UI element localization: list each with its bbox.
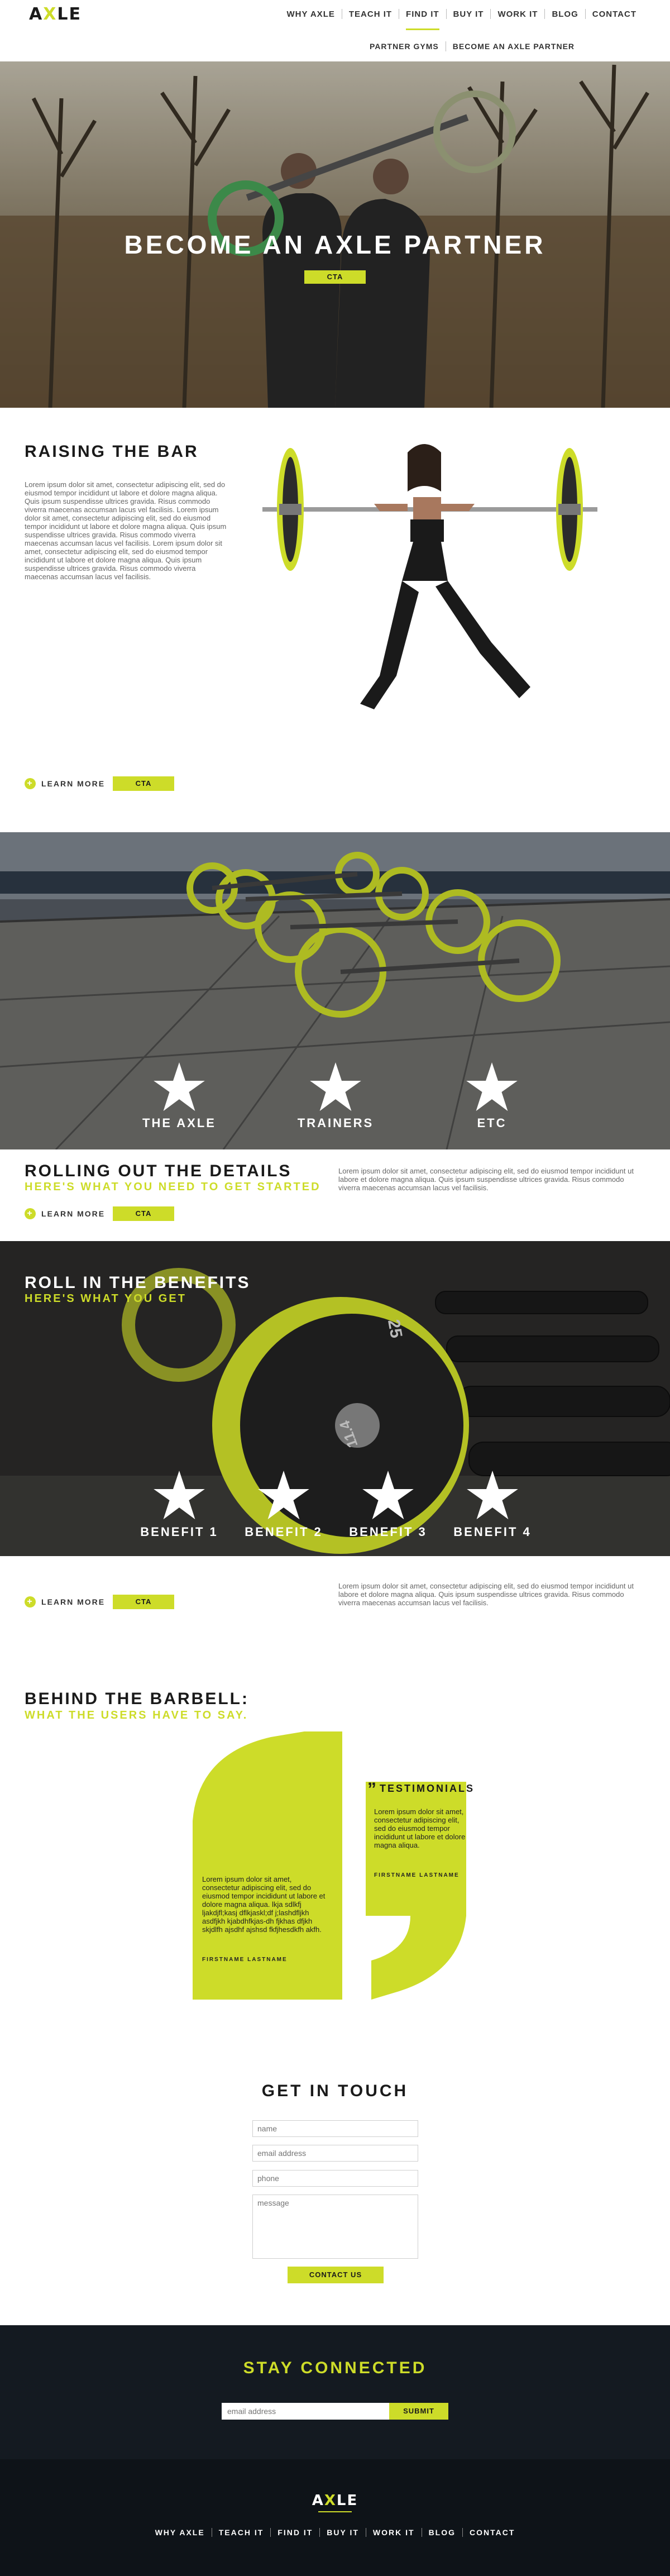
details-subtitle: HERE'S WHAT YOU NEED TO GET STARTED xyxy=(25,1181,321,1193)
footer-logo-underline xyxy=(318,2511,352,2512)
raising-learn-more-link[interactable]: + LEARN MORE xyxy=(25,778,105,789)
nav-buy-it[interactable]: BUY IT xyxy=(447,9,491,19)
star-icon xyxy=(310,1062,361,1112)
benefit-label-2: BENEFIT 2 xyxy=(245,1525,323,1539)
newsletter-submit-button[interactable]: SUBMIT xyxy=(389,2403,448,2420)
star-icon xyxy=(362,1471,414,1520)
left-testimonial-quote: Lorem ipsum dolor sit amet, consectetur … xyxy=(202,1875,326,1934)
footer-nav-blog[interactable]: BLOG xyxy=(422,2528,462,2537)
email-field[interactable] xyxy=(252,2145,418,2162)
name-field[interactable] xyxy=(252,2120,418,2137)
axle-logo[interactable]: AXLE xyxy=(29,4,82,24)
learn-more-label: LEARN MORE xyxy=(41,1597,106,1606)
learn-more-label: LEARN MORE xyxy=(41,779,106,788)
athlete-with-barbell-image xyxy=(262,444,597,709)
logo-letters-le: LE xyxy=(57,4,82,24)
details-body: Lorem ipsum dolor sit amet, consectetur … xyxy=(338,1167,634,1192)
benefit-label-4: BENEFIT 4 xyxy=(453,1525,532,1539)
phone-field[interactable] xyxy=(252,2170,418,2187)
benefit-label-1: BENEFIT 1 xyxy=(140,1525,218,1539)
star-label-etc: ETC xyxy=(477,1116,507,1130)
quote-icon: ” xyxy=(367,1778,376,1799)
star-icon xyxy=(154,1062,205,1112)
wheels-photo-band: THE AXLE TRAINERS ETC xyxy=(0,832,670,1149)
details-cta-button[interactable]: CTA xyxy=(113,1206,174,1221)
raising-title: RAISING THE BAR xyxy=(25,442,199,461)
footer-nav-buy-it[interactable]: BUY IT xyxy=(320,2528,366,2537)
logo-letter-x: X xyxy=(43,4,58,24)
nav-why-axle[interactable]: WHY AXLE xyxy=(280,9,342,19)
footer-nav-work-it[interactable]: WORK IT xyxy=(366,2528,422,2537)
footer-nav-contact[interactable]: CONTACT xyxy=(463,2528,521,2537)
logo-letter-x: X xyxy=(324,2492,337,2509)
barbell-title: BEHIND THE BARBELL: xyxy=(25,1690,249,1708)
hero-section: BECOME AN AXLE PARTNER CTA xyxy=(0,31,670,408)
left-testimonial-name: FIRSTNAME LASTNAME xyxy=(202,1957,288,1963)
plate-weight-label: 25 xyxy=(384,1318,406,1340)
raising-cta-button[interactable]: CTA xyxy=(113,776,174,791)
benefits-cta-button[interactable]: CTA xyxy=(113,1595,174,1609)
hero-photo xyxy=(0,31,670,408)
hero-cta-button[interactable]: CTA xyxy=(304,270,366,284)
star-label-trainers: TRAINERS xyxy=(297,1116,374,1130)
star-label-the-axle: THE AXLE xyxy=(142,1116,216,1130)
footer-nav-teach-it[interactable]: TEACH IT xyxy=(212,2528,271,2537)
footer-nav: WHY AXLE TEACH IT FIND IT BUY IT WORK IT… xyxy=(0,2528,670,2537)
benefits-body: Lorem ipsum dolor sit amet, consectetur … xyxy=(338,1582,634,1607)
benefit-label-3: BENEFIT 3 xyxy=(349,1525,427,1539)
star-icon xyxy=(258,1471,309,1520)
logo-letter-a: A xyxy=(312,2492,324,2509)
newsletter-email-input[interactable] xyxy=(222,2403,389,2420)
raising-body: Lorem ipsum dolor sit amet, consectetur … xyxy=(25,480,227,581)
nav-work-it[interactable]: WORK IT xyxy=(491,9,544,19)
hero-title: BECOME AN AXLE PARTNER xyxy=(124,230,546,259)
details-learn-more-link[interactable]: + LEARN MORE xyxy=(25,1208,105,1219)
contact-us-button[interactable]: CONTACT US xyxy=(288,2267,384,2283)
footer-nav-find-it[interactable]: FIND IT xyxy=(271,2528,319,2537)
plus-icon: + xyxy=(25,1596,36,1607)
benefits-subtitle: HERE'S WHAT YOU GET xyxy=(25,1292,186,1305)
star-icon xyxy=(466,1062,518,1112)
benefits-learn-more-link[interactable]: + LEARN MORE xyxy=(25,1596,105,1607)
footer-logo[interactable]: AXLE xyxy=(0,2492,670,2509)
benefits-title: ROLL IN THE BENEFITS xyxy=(25,1273,251,1292)
nav-blog[interactable]: BLOG xyxy=(545,9,585,19)
plus-icon: + xyxy=(25,778,36,789)
star-icon xyxy=(154,1471,205,1520)
sub-nav: PARTNER GYMS BECOME AN AXLE PARTNER xyxy=(335,31,670,61)
footer-nav-why-axle[interactable]: WHY AXLE xyxy=(149,2528,212,2537)
testimonials-heading: ” TESTIMONIALS xyxy=(367,1778,475,1799)
newsletter-section xyxy=(0,2325,670,2459)
plus-icon: + xyxy=(25,1208,36,1219)
contact-title: GET IN TOUCH xyxy=(261,2082,409,2100)
barbell-subtitle: WHAT THE USERS HAVE TO SAY. xyxy=(25,1709,248,1721)
nav-contact[interactable]: CONTACT xyxy=(586,9,643,19)
subnav-partner-gyms[interactable]: PARTNER GYMS xyxy=(363,42,446,51)
right-testimonial-name: FIRSTNAME LASTNAME xyxy=(374,1872,460,1878)
logo-letters-le: LE xyxy=(336,2492,358,2509)
right-testimonial-quote: Lorem ipsum dolor sit amet, consectetur … xyxy=(374,1807,466,1849)
subnav-become-partner[interactable]: BECOME AN AXLE PARTNER xyxy=(446,42,581,51)
details-title: ROLLING OUT THE DETAILS xyxy=(25,1162,292,1180)
testimonials-label: TESTIMONIALS xyxy=(380,1783,475,1794)
site-footer xyxy=(0,2459,670,2576)
newsletter-title: STAY CONNECTED xyxy=(243,2359,427,2377)
message-field[interactable] xyxy=(252,2195,418,2259)
logo-letter-a: A xyxy=(29,4,44,24)
benefits-photo-band: 25 11.4 ROLL IN THE BENEFITS HERE'S WHAT… xyxy=(0,1241,670,1556)
main-nav: WHY AXLE TEACH IT FIND IT BUY IT WORK IT… xyxy=(280,9,643,30)
nav-find-it[interactable]: FIND IT xyxy=(399,9,446,30)
learn-more-label: LEARN MORE xyxy=(41,1209,106,1218)
star-icon xyxy=(467,1471,518,1520)
nav-teach-it[interactable]: TEACH IT xyxy=(342,9,399,19)
